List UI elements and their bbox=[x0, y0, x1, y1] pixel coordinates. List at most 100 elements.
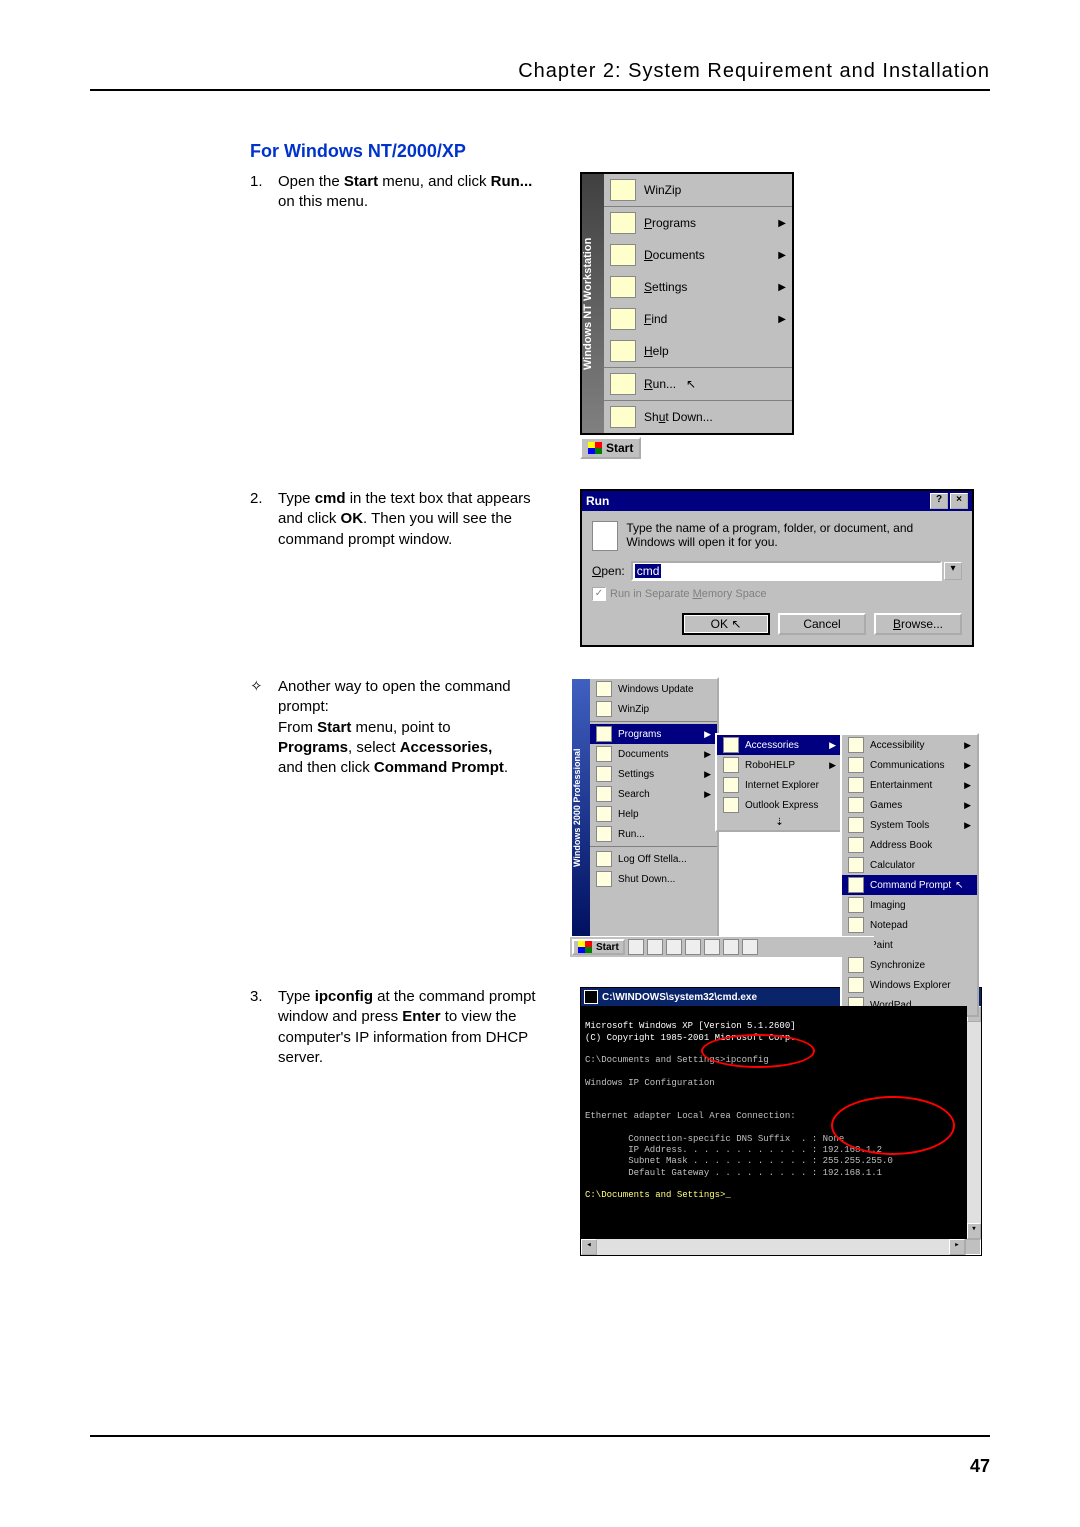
w2k-acc-synchronize[interactable]: Synchronize bbox=[842, 955, 977, 975]
tray-icon[interactable] bbox=[723, 939, 739, 955]
w2k-prog-oe[interactable]: Outlook Express bbox=[717, 795, 842, 815]
menu-label: Settings bbox=[644, 280, 687, 294]
tray-icon[interactable] bbox=[704, 939, 720, 955]
menu-label: Calculator bbox=[870, 860, 915, 871]
w2k-item-winzip[interactable]: WinZip bbox=[590, 699, 717, 719]
highlight-circle-icon bbox=[701, 1034, 815, 1068]
browse-button[interactable]: Browse... bbox=[874, 613, 962, 635]
start-button[interactable]: Start bbox=[580, 437, 641, 459]
cursor-icon: ↖ bbox=[686, 377, 696, 391]
hscroll-track[interactable] bbox=[597, 1239, 949, 1255]
text-bold: Start bbox=[344, 173, 378, 190]
w2k-item-settings[interactable]: Settings▶ bbox=[590, 764, 717, 784]
menu-label: Internet Explorer bbox=[745, 780, 819, 791]
step-1: 1. Open the Start menu, and click Run...… bbox=[250, 172, 550, 213]
w2k-prog-ie[interactable]: Internet Explorer bbox=[717, 775, 842, 795]
w2k-prog-more[interactable]: ⇣ bbox=[717, 815, 842, 830]
menu-label: Synchronize bbox=[870, 960, 925, 971]
submenu-arrow-icon: ▶ bbox=[964, 820, 971, 831]
menu-label: System Tools bbox=[870, 820, 929, 831]
scroll-track[interactable] bbox=[967, 1022, 981, 1223]
submenu-arrow-icon: ▶ bbox=[778, 250, 786, 261]
w2k-item-search[interactable]: Search▶ bbox=[590, 784, 717, 804]
w2k-acc-commandprompt[interactable]: Command Prompt↖ bbox=[842, 875, 977, 895]
winzip-icon bbox=[610, 179, 636, 201]
scroll-left-button[interactable]: ◂ bbox=[581, 1239, 597, 1255]
nt-item-shutdown[interactable]: Shut Down... bbox=[604, 400, 792, 433]
w2k-prog-accessories[interactable]: Accessories▶ bbox=[717, 735, 842, 755]
menu-label: Log Off Stella... bbox=[618, 854, 687, 865]
vertical-scrollbar[interactable]: ▴ ▾ bbox=[967, 1006, 981, 1239]
scroll-right-button[interactable]: ▸ bbox=[949, 1239, 965, 1255]
cmd-window: C:\WINDOWS\system32\cmd.exe _ □ × Micros… bbox=[580, 987, 982, 1256]
w2k-acc-systemtools[interactable]: System Tools ▶ bbox=[842, 815, 977, 835]
nt-item-find[interactable]: Find ▶ bbox=[604, 303, 792, 335]
documents-icon bbox=[610, 244, 636, 266]
windowsupdate-icon bbox=[596, 681, 612, 697]
text: From bbox=[278, 719, 317, 736]
tray-icon[interactable] bbox=[666, 939, 682, 955]
menu-label: Find bbox=[644, 312, 667, 326]
menu-label: Imaging bbox=[870, 900, 906, 911]
help-icon bbox=[610, 340, 636, 362]
run-title-text: Run bbox=[586, 494, 609, 508]
run-description: Type the name of a program, folder, or d… bbox=[626, 521, 962, 551]
menu-label: Address Book bbox=[870, 840, 932, 851]
w2k-item-windowsupdate[interactable]: Windows Update bbox=[590, 679, 717, 699]
close-button[interactable]: × bbox=[950, 493, 968, 509]
menu-label: Outlook Express bbox=[745, 800, 818, 811]
w2k-item-help[interactable]: Help bbox=[590, 804, 717, 824]
button-label: OK bbox=[711, 617, 728, 631]
w2k-acc-imaging[interactable]: Imaging bbox=[842, 895, 977, 915]
nt-item-winzip[interactable]: WinZip bbox=[604, 174, 792, 206]
w2k-item-run[interactable]: Run... bbox=[590, 824, 717, 844]
text: . bbox=[504, 759, 508, 776]
menu-label: Notepad bbox=[870, 920, 908, 931]
w2k-item-shutdown[interactable]: Shut Down... bbox=[590, 869, 717, 889]
menu-label: Help bbox=[618, 809, 639, 820]
tray-icon[interactable] bbox=[685, 939, 701, 955]
nt-item-programs[interactable]: Programs ▶ bbox=[604, 206, 792, 239]
tray-icon[interactable] bbox=[647, 939, 663, 955]
tray-icon[interactable] bbox=[742, 939, 758, 955]
w2k-acc-communications[interactable]: Communications▶ bbox=[842, 755, 977, 775]
w2k-acc-notepad[interactable]: Notepad bbox=[842, 915, 977, 935]
step-3: 3. Type ipconfig at the command prompt w… bbox=[250, 987, 550, 1068]
open-label: Open: bbox=[592, 564, 625, 578]
w2k-acc-games[interactable]: Games▶ bbox=[842, 795, 977, 815]
cmd-title-icon bbox=[584, 990, 598, 1004]
text: Type bbox=[278, 490, 315, 507]
page-number: 47 bbox=[970, 1456, 990, 1477]
step-2: 2. Type cmd in the text box that appears… bbox=[250, 489, 550, 550]
nt-item-documents[interactable]: Documents ▶ bbox=[604, 239, 792, 271]
ok-button[interactable]: OK ↖ bbox=[682, 613, 770, 635]
open-dropdown-button[interactable]: ▾ bbox=[944, 562, 962, 580]
resize-grip-icon[interactable] bbox=[965, 1239, 981, 1255]
sync-icon bbox=[848, 957, 864, 973]
cmd-line: Microsoft Windows XP [Version 5.1.2600] bbox=[585, 1021, 796, 1031]
start-button[interactable]: Start bbox=[572, 939, 625, 955]
nt-item-settings[interactable]: Settings ▶ bbox=[604, 271, 792, 303]
w2k-item-logoff[interactable]: Log Off Stella... bbox=[590, 849, 717, 869]
tray-icon[interactable] bbox=[628, 939, 644, 955]
submenu-arrow-icon: ▶ bbox=[704, 789, 711, 800]
w2k-acc-addressbook[interactable]: Address Book bbox=[842, 835, 977, 855]
w2k-prog-robohelp[interactable]: RoboHELP▶ bbox=[717, 755, 842, 775]
w2k-acc-accessibility[interactable]: Accessibility▶ bbox=[842, 735, 977, 755]
open-input[interactable]: cmd bbox=[631, 561, 942, 581]
folder-icon bbox=[848, 797, 864, 813]
w2k-acc-explorer[interactable]: Windows Explorer bbox=[842, 975, 977, 995]
w2k-item-documents[interactable]: Documents▶ bbox=[590, 744, 717, 764]
menu-label: Games bbox=[870, 800, 902, 811]
help-button[interactable]: ? bbox=[930, 493, 948, 509]
w2k-acc-calculator[interactable]: Calculator bbox=[842, 855, 977, 875]
cancel-button[interactable]: Cancel bbox=[778, 613, 866, 635]
cmd-line: IP Address. . . . . . . . . . . . : 192.… bbox=[585, 1145, 882, 1155]
nt-item-help[interactable]: Help bbox=[604, 335, 792, 367]
scroll-down-button[interactable]: ▾ bbox=[967, 1223, 981, 1239]
w2k-acc-entertainment[interactable]: Entertainment▶ bbox=[842, 775, 977, 795]
nt-item-run[interactable]: Run... ↖ bbox=[604, 367, 792, 400]
w2k-item-programs[interactable]: Programs▶ bbox=[590, 724, 717, 744]
windows-flag-icon bbox=[578, 941, 592, 953]
cmd-line: Ethernet adapter Local Area Connection: bbox=[585, 1111, 796, 1121]
